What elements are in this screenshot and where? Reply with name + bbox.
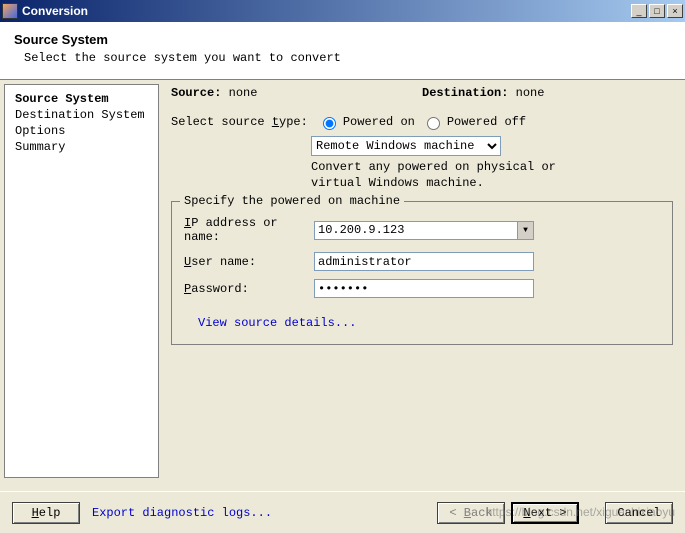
destination-value: none: [516, 86, 545, 100]
sidebar-item-options[interactable]: Options: [5, 123, 158, 139]
password-label: Password:: [184, 282, 314, 296]
window-title: Conversion: [22, 4, 631, 18]
next-button[interactable]: Next >: [511, 502, 579, 524]
source-type-dropdown[interactable]: Remote Windows machine: [311, 136, 501, 156]
main-panel: Source: none Destination: none Select so…: [159, 80, 685, 478]
wizard-header: Source System Select the source system y…: [0, 22, 685, 80]
radio-powered-on[interactable]: [323, 117, 336, 130]
app-icon: [2, 3, 18, 19]
radio-powered-off[interactable]: [427, 117, 440, 130]
help-button[interactable]: Help: [12, 502, 80, 524]
username-label: User name:: [184, 255, 314, 269]
destination-label: Destination:: [422, 86, 508, 100]
cancel-button[interactable]: Cancel: [605, 502, 673, 524]
sidebar-item-source-system[interactable]: Source System: [5, 91, 158, 107]
fieldset-legend: Specify the powered on machine: [180, 194, 404, 208]
wizard-footer: Help Export diagnostic logs... < Back Ne…: [0, 491, 685, 533]
select-source-type-label: Select source type:: [171, 115, 308, 129]
ip-input[interactable]: [314, 221, 517, 240]
source-summary: Source: none: [171, 86, 422, 100]
ip-dropdown-button[interactable]: ▼: [517, 221, 534, 240]
destination-summary: Destination: none: [422, 86, 673, 100]
page-title: Source System: [14, 32, 671, 47]
username-input[interactable]: [314, 252, 534, 271]
page-subtitle: Select the source system you want to con…: [24, 51, 671, 65]
powered-on-machine-fieldset: Specify the powered on machine IP addres…: [171, 201, 673, 345]
radio-powered-off-label: Powered off: [447, 115, 526, 129]
source-value: none: [229, 86, 258, 100]
back-button[interactable]: < Back: [437, 502, 505, 524]
ip-label: IP address or name:: [184, 216, 314, 244]
password-input[interactable]: [314, 279, 534, 298]
radio-powered-on-label: Powered on: [343, 115, 415, 129]
export-logs-link[interactable]: Export diagnostic logs...: [92, 506, 272, 520]
titlebar: Conversion _ □ ×: [0, 0, 685, 22]
source-label: Source:: [171, 86, 221, 100]
maximize-button[interactable]: □: [649, 4, 665, 18]
sidebar-item-destination-system[interactable]: Destination System: [5, 107, 158, 123]
minimize-button[interactable]: _: [631, 4, 647, 18]
wizard-steps-sidebar: Source System Destination System Options…: [4, 84, 159, 478]
view-source-details-link[interactable]: View source details...: [198, 316, 356, 330]
close-button[interactable]: ×: [667, 4, 683, 18]
sidebar-item-summary[interactable]: Summary: [5, 139, 158, 155]
source-type-hint: Convert any powered on physical or virtu…: [311, 160, 571, 191]
